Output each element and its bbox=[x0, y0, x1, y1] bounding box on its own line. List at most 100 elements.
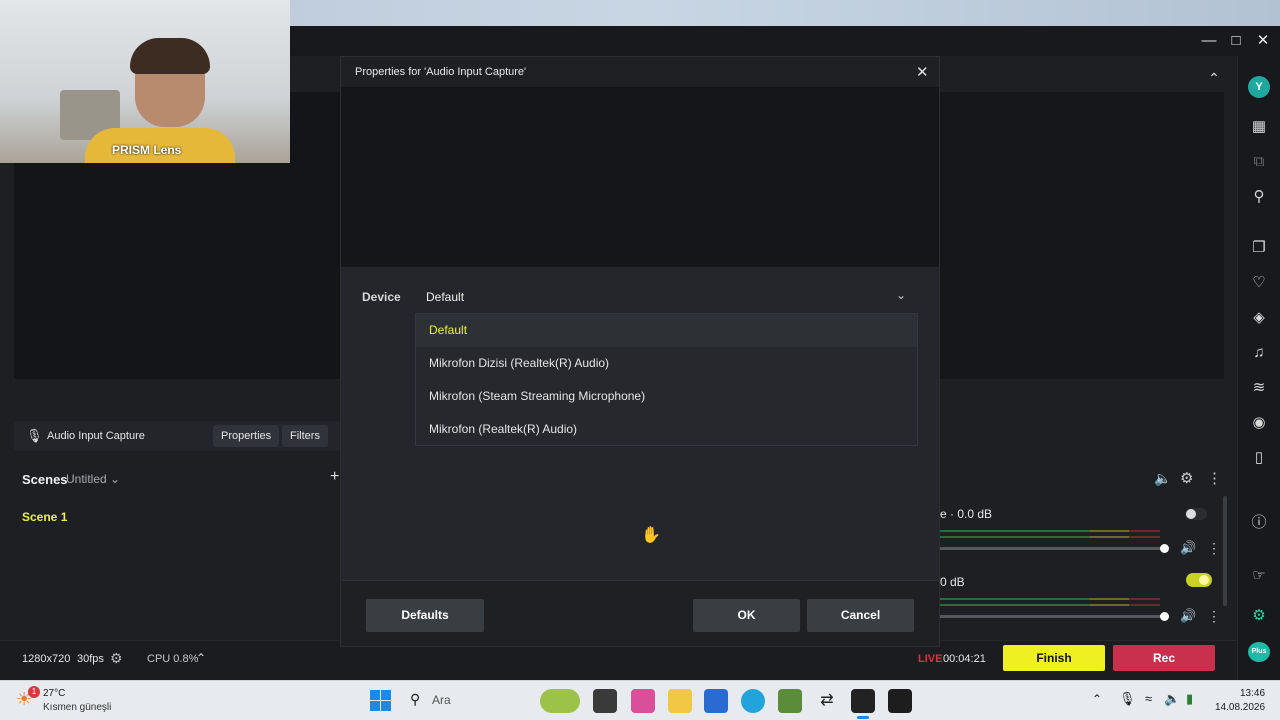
rec-button[interactable]: Rec bbox=[1113, 645, 1215, 671]
obs-app-icon[interactable] bbox=[888, 689, 912, 713]
toggle-knob bbox=[1186, 509, 1196, 519]
taskbar-search[interactable]: Ara bbox=[432, 693, 451, 707]
device-select[interactable]: Default ⌄ bbox=[415, 279, 919, 314]
gear-icon[interactable]: ⚙ bbox=[1180, 469, 1193, 487]
dropdown-option[interactable]: Default bbox=[416, 314, 917, 347]
start-tile bbox=[381, 690, 391, 700]
sync-app-icon[interactable]: ⇄ bbox=[815, 689, 839, 713]
hand-cursor-icon: ✋ bbox=[641, 527, 661, 544]
microphone-icon: 🎙 bbox=[26, 428, 43, 443]
defaults-button[interactable]: Defaults bbox=[366, 599, 484, 632]
chevron-up-icon[interactable]: ⌃ bbox=[196, 651, 206, 665]
finish-button[interactable]: Finish bbox=[1003, 645, 1105, 671]
start-tile bbox=[370, 690, 380, 700]
level-meter bbox=[940, 598, 1160, 600]
windows-start-icon[interactable] bbox=[370, 690, 392, 712]
scene-item[interactable]: Scene 1 bbox=[22, 510, 67, 524]
chevron-down-icon: ⌄ bbox=[896, 288, 907, 302]
maximize-icon[interactable]: □ bbox=[1225, 30, 1247, 52]
cancel-button[interactable]: Cancel bbox=[807, 599, 914, 632]
chevron-up-icon[interactable]: ⌃ bbox=[1204, 70, 1224, 90]
wifi-icon[interactable]: ≈ bbox=[1145, 691, 1152, 706]
volume-slider-handle[interactable] bbox=[1160, 612, 1169, 621]
speaker-icon[interactable]: 🔈 bbox=[1164, 691, 1180, 707]
plugin-icon[interactable]: ⚙ bbox=[1247, 604, 1271, 628]
start-tile bbox=[370, 701, 380, 711]
game-app-icon[interactable] bbox=[540, 689, 580, 713]
volume-slider[interactable] bbox=[940, 547, 1164, 550]
preview-area-right bbox=[940, 92, 1224, 379]
start-tile bbox=[381, 701, 391, 711]
alert-icon[interactable]: ⓘ bbox=[1247, 511, 1271, 535]
minecraft-app-icon[interactable] bbox=[778, 689, 802, 713]
source-properties-button[interactable]: Properties bbox=[213, 425, 280, 447]
scenes-title: Scenes bbox=[22, 472, 68, 487]
volume-slider-handle[interactable] bbox=[1160, 544, 1169, 553]
outlook-app-icon[interactable] bbox=[704, 689, 728, 713]
dropdown-option[interactable]: Mikrofon (Steam Streaming Microphone) bbox=[416, 380, 917, 413]
dialog-footer: Defaults OK Cancel bbox=[341, 580, 939, 646]
edge-browser-icon[interactable] bbox=[741, 689, 765, 713]
windows-taskbar: ☀ 1 27°C Kısmen güneşli ⚲ Ara ⇄ ⌃ 🎙 ≈ 🔈 … bbox=[0, 680, 1280, 720]
copy-icon[interactable]: ⧉ bbox=[1247, 150, 1271, 174]
speaker-icon[interactable]: 🔈 bbox=[1154, 470, 1171, 487]
layers-icon[interactable]: ❐ bbox=[1247, 236, 1271, 260]
source-filters-button[interactable]: Filters bbox=[282, 425, 328, 447]
file-explorer-icon[interactable] bbox=[668, 689, 692, 713]
user-avatar[interactable]: Y bbox=[1248, 76, 1270, 98]
heart-icon[interactable]: ♡ bbox=[1247, 271, 1271, 295]
battery-icon[interactable]: ▯ bbox=[1247, 446, 1271, 470]
fps-text: 30fps bbox=[77, 653, 104, 665]
chevron-up-icon[interactable]: ⌃ bbox=[1092, 692, 1102, 706]
draw-icon[interactable]: ≋ bbox=[1247, 376, 1271, 400]
speaker-icon[interactable]: 🔊 bbox=[1180, 540, 1196, 556]
weather-temp: 27°C bbox=[43, 688, 66, 699]
ok-button[interactable]: OK bbox=[693, 599, 800, 632]
speaker-icon[interactable]: 🔊 bbox=[1180, 608, 1196, 624]
layout-icon[interactable]: ▦ bbox=[1247, 115, 1271, 139]
bell-icon[interactable]: ☞ bbox=[1247, 564, 1271, 588]
scene-collection-name: Untitled bbox=[66, 472, 107, 486]
right-sidebar: Y ▦ ⧉ ⚲ ❐ ♡ ◈ ♫ ≋ ◉ ▯ ⓘ ☞ ⚙ Plus bbox=[1237, 56, 1280, 680]
more-icon[interactable]: ⋮ bbox=[1207, 540, 1221, 557]
camera-icon[interactable]: ◉ bbox=[1247, 411, 1271, 435]
dialog-title: Properties for 'Audio Input Capture' bbox=[355, 66, 527, 78]
battery-icon[interactable]: ▮ bbox=[1186, 691, 1193, 707]
settings-gear-icon[interactable]: ⚙ bbox=[110, 650, 123, 667]
more-icon[interactable]: ⋮ bbox=[1207, 608, 1221, 625]
minimize-icon[interactable]: — bbox=[1198, 30, 1220, 52]
live-timer: 00:04:21 bbox=[943, 653, 986, 665]
search-icon[interactable]: ⚲ bbox=[410, 691, 420, 708]
microphone-icon[interactable]: 🎙 bbox=[1119, 691, 1136, 707]
track-toggle[interactable] bbox=[1186, 573, 1212, 587]
weather-desc: Kısmen güneşli bbox=[43, 702, 112, 713]
mixer-scrollbar[interactable] bbox=[1223, 496, 1227, 606]
source-name: Audio Input Capture bbox=[47, 430, 145, 442]
add-scene-icon[interactable]: + bbox=[330, 468, 339, 486]
volume-slider[interactable] bbox=[940, 615, 1164, 618]
dialog-close-icon[interactable]: ✕ bbox=[916, 63, 929, 81]
more-icon[interactable]: ⋮ bbox=[1207, 469, 1222, 487]
taskbar-time[interactable]: 13:46 bbox=[1240, 688, 1265, 699]
prism-app-icon[interactable] bbox=[851, 689, 875, 713]
plus-badge[interactable]: Plus bbox=[1248, 642, 1270, 662]
terminal-app-icon[interactable] bbox=[593, 689, 617, 713]
person-hair bbox=[130, 38, 210, 74]
scene-collection-selector[interactable]: Untitled ⌄ bbox=[66, 472, 120, 486]
dialog-title-bar: Properties for 'Audio Input Capture' ✕ bbox=[341, 57, 939, 87]
level-meter bbox=[940, 604, 1160, 606]
weather-badge: 1 bbox=[28, 686, 40, 698]
track-toggle[interactable] bbox=[1185, 508, 1207, 520]
sticker-icon[interactable]: ◈ bbox=[1247, 306, 1271, 330]
music-icon[interactable]: ♫ bbox=[1247, 341, 1271, 365]
taskbar-date[interactable]: 14.08.2026 bbox=[1215, 702, 1265, 713]
source-toolbar: 🎙 Audio Input Capture Properties Filters bbox=[14, 421, 340, 451]
webcam-overlay: PRISM Lens bbox=[0, 0, 290, 163]
device-select-value: Default bbox=[426, 290, 465, 304]
dropdown-option[interactable]: Mikrofon (Realtek(R) Audio) bbox=[416, 413, 917, 446]
close-icon[interactable]: ✕ bbox=[1252, 30, 1274, 52]
dropdown-option[interactable]: Mikrofon Dizisi (Realtek(R) Audio) bbox=[416, 347, 917, 380]
office-app-icon[interactable] bbox=[631, 689, 655, 713]
active-app-indicator bbox=[857, 716, 869, 719]
chat-icon[interactable]: ⚲ bbox=[1247, 185, 1271, 209]
